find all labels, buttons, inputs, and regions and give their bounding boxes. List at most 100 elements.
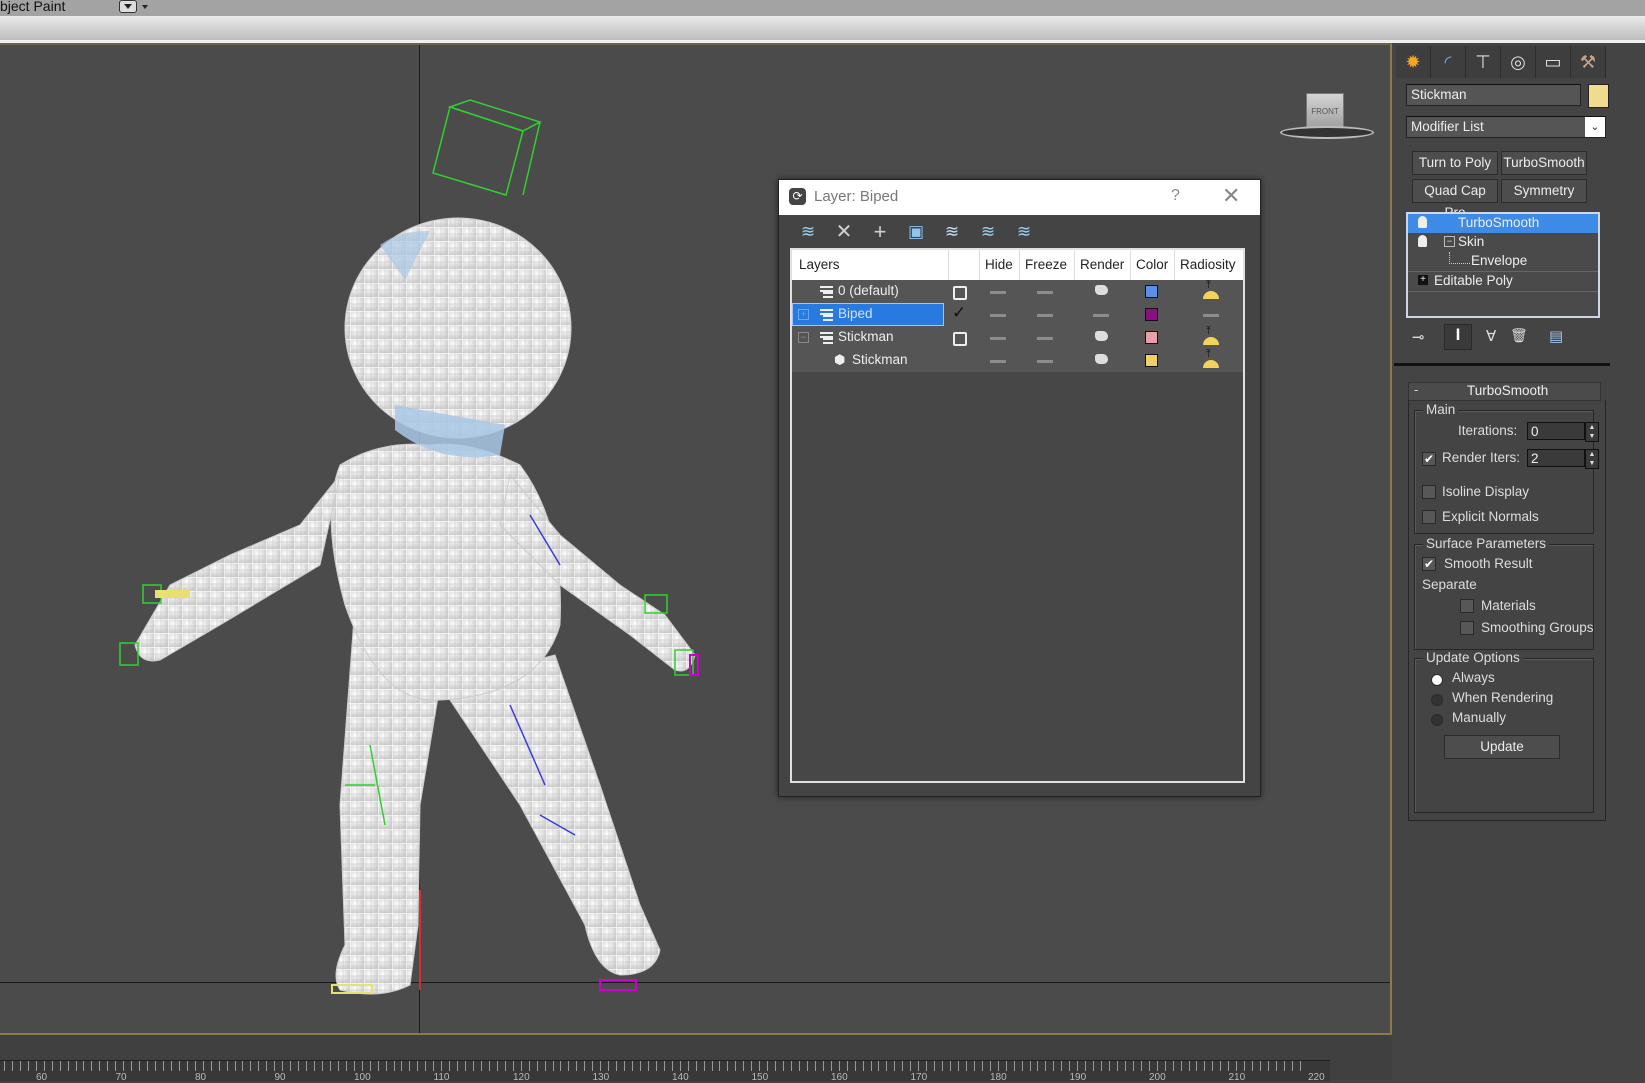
active-layer-toggle[interactable]: [953, 286, 967, 300]
object-row[interactable]: ⬢ Stickman: [792, 348, 1243, 372]
iterations-value[interactable]: 0: [1531, 424, 1539, 439]
explicit-normals-checkbox[interactable]: [1422, 510, 1436, 524]
object-color-swatch[interactable]: [1588, 84, 1609, 108]
column-color[interactable]: Color: [1136, 257, 1168, 272]
close-button[interactable]: ✕: [1222, 183, 1240, 209]
display-tab-icon[interactable]: ▭: [1536, 46, 1571, 78]
render-iters-checkbox[interactable]: ✔: [1422, 452, 1436, 466]
select-objects-in-layer-icon[interactable]: ▣: [904, 220, 928, 244]
show-end-result-icon[interactable]: I: [1444, 324, 1472, 350]
render-teapot-icon[interactable]: [1095, 331, 1108, 341]
make-unique-icon[interactable]: ∀: [1486, 327, 1496, 345]
hide-unhide-all-icon[interactable]: ≋: [976, 220, 1000, 244]
render-teapot-icon[interactable]: [1095, 354, 1108, 364]
update-button[interactable]: Update: [1444, 735, 1560, 759]
layer-row[interactable]: − Stickman: [792, 325, 1243, 349]
timeline-frame-label: 130: [592, 1072, 610, 1083]
freeze-toggle[interactable]: [1037, 291, 1053, 294]
smoothing-groups-checkbox[interactable]: [1460, 621, 1474, 635]
active-layer-toggle[interactable]: [953, 332, 967, 346]
object-name[interactable]: Stickman: [852, 352, 908, 367]
hide-toggle[interactable]: [990, 314, 1006, 317]
layer-row[interactable]: 0 (default): [792, 279, 1243, 303]
column-freeze[interactable]: Freeze: [1025, 257, 1067, 272]
freeze-toggle[interactable]: [1037, 337, 1053, 340]
layer-settings-icon[interactable]: ≋: [1012, 220, 1036, 244]
spinner-arrows-icon[interactable]: ▲ ▼: [1585, 449, 1599, 469]
smooth-result-checkbox[interactable]: ✔: [1422, 557, 1436, 571]
render-toggle[interactable]: [1093, 314, 1109, 317]
radiosity-icon[interactable]: [1203, 325, 1219, 347]
layer-color-swatch[interactable]: [1145, 308, 1158, 321]
freeze-toggle[interactable]: [1037, 314, 1053, 317]
symmetry-button[interactable]: Symmetry: [1501, 179, 1587, 203]
column-render[interactable]: Render: [1080, 257, 1124, 272]
render-iters-value[interactable]: 2: [1531, 451, 1539, 466]
create-layer-icon[interactable]: ≋: [796, 220, 820, 244]
delete-layer-icon[interactable]: ✕: [832, 220, 856, 244]
lightbulb-icon[interactable]: [1418, 216, 1427, 228]
hide-toggle[interactable]: [990, 360, 1006, 363]
render-iters-spinner[interactable]: 2 ▲ ▼: [1527, 449, 1599, 469]
create-tab-icon[interactable]: ✹: [1396, 46, 1431, 78]
column-layers[interactable]: Layers: [799, 257, 840, 272]
iterations-spinner[interactable]: 0 ▲ ▼: [1527, 422, 1599, 442]
always-radio[interactable]: [1431, 674, 1443, 686]
workspace-dropdown[interactable]: [119, 0, 137, 13]
configure-modifier-sets-icon[interactable]: ▤: [1549, 327, 1563, 345]
active-layer-checkmark-icon[interactable]: ✓: [952, 303, 966, 323]
timeline[interactable]: 60 70 80 90 100 110 120 130 140 150 160 170 180 190 20…: [0, 1035, 1392, 1083]
turbosmooth-rollout-header[interactable]: - TurboSmooth: [1408, 382, 1601, 401]
layer-name[interactable]: 0 (default): [838, 283, 899, 298]
render-teapot-icon[interactable]: [1095, 285, 1108, 295]
manually-radio[interactable]: [1431, 714, 1443, 726]
spinner-arrows-icon[interactable]: ▲ ▼: [1585, 422, 1599, 442]
pin-stack-icon[interactable]: ⊸: [1412, 328, 1425, 346]
modifier-list-dropdown[interactable]: Modifier List ⌄: [1406, 116, 1606, 138]
turn-to-poly-button[interactable]: Turn to Poly: [1412, 151, 1498, 175]
layer-color-swatch[interactable]: [1145, 331, 1158, 344]
utilities-tab-icon[interactable]: ⚒: [1571, 46, 1606, 78]
lightbulb-icon[interactable]: [1418, 235, 1427, 247]
time-ruler[interactable]: 60 70 80 90 100 110 120 130 140 150 160 170 180 190 20…: [0, 1060, 1330, 1083]
radiosity-icon[interactable]: [1203, 279, 1219, 301]
rollout-collapse-icon[interactable]: -: [1414, 382, 1418, 397]
column-radiosity[interactable]: Radiosity: [1180, 257, 1236, 272]
freeze-toggle[interactable]: [1037, 360, 1053, 363]
collapse-icon[interactable]: −: [1444, 236, 1455, 247]
isoline-display-checkbox[interactable]: [1422, 485, 1436, 499]
motion-tab-icon[interactable]: ◎: [1501, 46, 1536, 78]
chevron-down-icon[interactable]: ⌄: [1585, 117, 1605, 137]
radiosity-icon[interactable]: [1203, 348, 1219, 370]
expand-icon[interactable]: +: [798, 309, 809, 320]
layer-name[interactable]: Stickman: [838, 329, 894, 344]
quad-cap-pro-button[interactable]: Quad Cap Pro: [1412, 179, 1498, 220]
turbosmooth-button[interactable]: TurboSmooth: [1501, 151, 1587, 175]
expand-icon[interactable]: +: [1418, 275, 1428, 285]
layer-row-selected[interactable]: + Biped ✓: [792, 303, 1243, 326]
when-rendering-radio[interactable]: [1431, 694, 1443, 706]
remove-modifier-icon[interactable]: 🗑: [1510, 327, 1528, 344]
layer-name[interactable]: Biped: [838, 306, 873, 321]
hide-toggle[interactable]: [990, 291, 1006, 294]
materials-checkbox[interactable]: [1460, 599, 1474, 613]
column-hide[interactable]: Hide: [985, 257, 1013, 272]
stack-item-turbosmooth[interactable]: TurboSmooth: [1408, 214, 1598, 233]
stack-item-skin[interactable]: − Skin: [1408, 233, 1598, 252]
chevron-down-icon[interactable]: [142, 5, 148, 12]
collapse-icon[interactable]: −: [798, 332, 809, 343]
object-name-field[interactable]: Stickman: [1406, 84, 1581, 106]
hierarchy-tab-icon[interactable]: ⊤: [1466, 46, 1501, 78]
modify-tab-icon[interactable]: ◜: [1431, 46, 1466, 78]
help-button[interactable]: ?: [1171, 187, 1180, 205]
viewcube-compass-ring[interactable]: [1280, 126, 1374, 139]
object-color-swatch[interactable]: [1145, 354, 1158, 367]
stack-item-envelope[interactable]: Envelope: [1408, 252, 1598, 272]
radiosity-toggle[interactable]: [1203, 314, 1219, 317]
highlight-selected-layer-icon[interactable]: ≋: [940, 220, 964, 244]
stack-item-editable-poly[interactable]: + Editable Poly: [1408, 272, 1598, 292]
dialog-titlebar[interactable]: ⟳ Layer: Biped ? ✕: [779, 180, 1260, 215]
add-to-layer-icon[interactable]: +: [868, 220, 892, 244]
layer-color-swatch[interactable]: [1145, 285, 1158, 298]
hide-toggle[interactable]: [990, 337, 1006, 340]
